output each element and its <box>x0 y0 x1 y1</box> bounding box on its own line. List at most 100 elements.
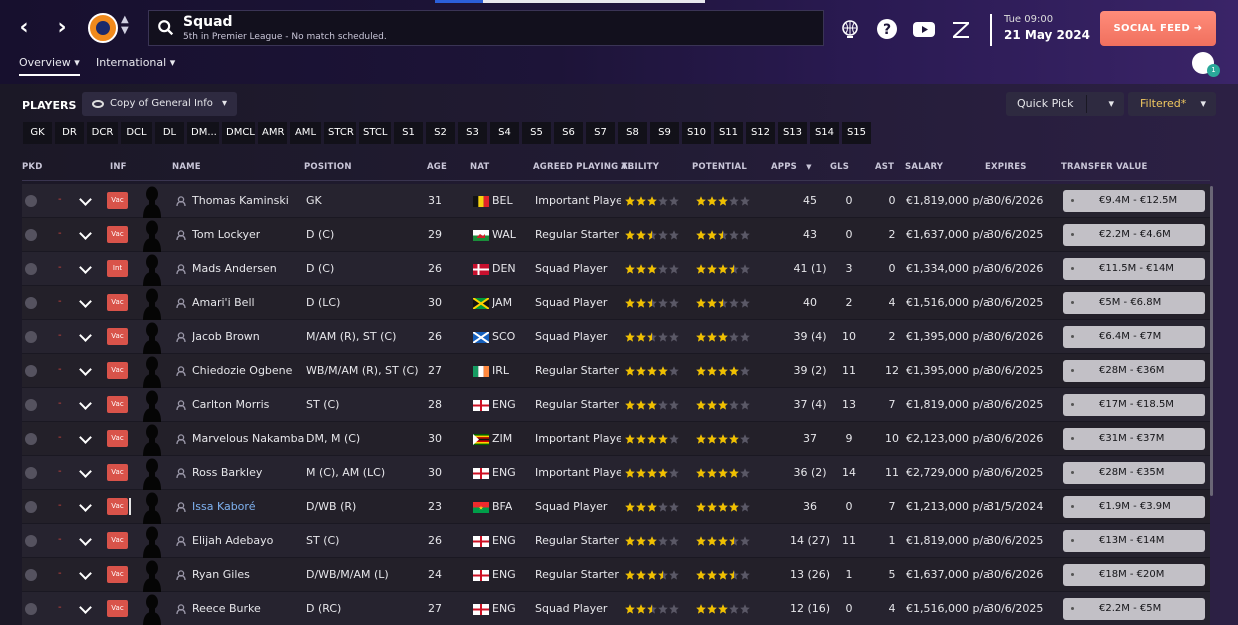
position-filter-s5[interactable]: S5 <box>522 122 551 144</box>
table-row[interactable]: - Vac Jacob Brown M/AM (R), ST (C) 26 SC… <box>22 320 1210 354</box>
pick-toggle[interactable] <box>25 263 37 275</box>
row-menu-chevron-icon[interactable] <box>79 601 92 614</box>
pick-toggle[interactable] <box>25 365 37 377</box>
world-icon[interactable] <box>839 18 861 40</box>
club-switch-chevron-icon[interactable]: ▲ ▼ <box>121 14 129 36</box>
col-expires[interactable]: EXPIRES <box>985 162 1027 172</box>
position-filter-s4[interactable]: S4 <box>490 122 519 144</box>
transfer-value-bar[interactable]: €18M - €20M <box>1063 564 1205 586</box>
position-filter-s7[interactable]: S7 <box>586 122 615 144</box>
player-name[interactable]: Mads Andersen <box>192 252 277 286</box>
staff-avatar-icon[interactable]: 1 <box>1192 52 1220 77</box>
table-row[interactable]: - Vac Marvelous Nakamba DM, M (C) 30 ZIM… <box>22 422 1210 456</box>
position-filter-dm[interactable]: DM... <box>187 122 219 144</box>
pick-toggle[interactable] <box>25 399 37 411</box>
player-name[interactable]: Ryan Giles <box>192 558 250 592</box>
player-name[interactable]: Jacob Brown <box>192 320 260 354</box>
table-row[interactable]: - Vac Ross Barkley M (C), AM (LC) 30 ENG… <box>22 456 1210 490</box>
inf-badge[interactable]: Vac <box>107 566 128 583</box>
transfer-value-bar[interactable]: €1.9M - €3.9M <box>1063 496 1205 518</box>
row-menu-chevron-icon[interactable] <box>79 465 92 478</box>
col-gls[interactable]: GLS <box>830 162 849 172</box>
table-row[interactable]: - Vac Ryan Giles D/WB/M/AM (L) 24 ENG Re… <box>22 558 1210 592</box>
col-ability[interactable]: ABILITY <box>621 162 659 172</box>
player-name[interactable]: Marvelous Nakamba <box>192 422 304 456</box>
tab-overview[interactable]: Overview ▾ <box>19 56 80 76</box>
inf-badge[interactable]: Vac <box>107 294 128 311</box>
position-filter-s13[interactable]: S13 <box>778 122 807 144</box>
row-menu-chevron-icon[interactable] <box>79 431 92 444</box>
position-filter-s6[interactable]: S6 <box>554 122 583 144</box>
transfer-value-bar[interactable]: €6.4M - €7M <box>1063 326 1205 348</box>
player-name[interactable]: Elijah Adebayo <box>192 524 273 558</box>
position-filter-s1[interactable]: S1 <box>394 122 423 144</box>
player-name[interactable]: Amari'i Bell <box>192 286 255 320</box>
table-row[interactable]: - Vac Elijah Adebayo ST (C) 26 ENG Regul… <box>22 524 1210 558</box>
table-row[interactable]: - Vac Reece Burke D (RC) 27 ENG Squad Pl… <box>22 592 1210 625</box>
position-filter-s3[interactable]: S3 <box>458 122 487 144</box>
pick-toggle[interactable] <box>25 331 37 343</box>
transfer-value-bar[interactable]: €9.4M - €12.5M <box>1063 190 1205 212</box>
transfer-value-bar[interactable]: €31M - €37M <box>1063 428 1205 450</box>
inf-badge[interactable]: Vac <box>107 600 128 617</box>
position-filter-dl[interactable]: DL <box>155 122 184 144</box>
transfer-value-bar[interactable]: €2.2M - €5M <box>1063 598 1205 620</box>
position-filter-stcl[interactable]: STCL <box>359 122 391 144</box>
position-filter-s10[interactable]: S10 <box>682 122 711 144</box>
pick-toggle[interactable] <box>25 195 37 207</box>
quick-pick-button[interactable]: Quick Pick ▾ <box>1006 92 1124 116</box>
position-filter-dcr[interactable]: DCR <box>87 122 118 144</box>
pick-toggle[interactable] <box>25 467 37 479</box>
filter-button[interactable]: Filtered* ▾ <box>1128 92 1216 116</box>
inf-badge[interactable]: Vac <box>107 328 128 345</box>
position-filter-s8[interactable]: S8 <box>618 122 647 144</box>
position-filter-amr[interactable]: AMR <box>258 122 287 144</box>
club-crest-icon[interactable] <box>88 13 118 43</box>
col-name[interactable]: NAME <box>172 162 201 172</box>
player-name[interactable]: Issa Kaboré <box>192 490 255 524</box>
view-selector[interactable]: Copy of General Info ▾ <box>82 92 237 116</box>
inf-badge[interactable]: Vac <box>107 532 128 549</box>
inf-badge[interactable]: Vac <box>107 396 128 413</box>
table-row[interactable]: - Vac Tom Lockyer D (C) 29 WAL Regular S… <box>22 218 1210 252</box>
col-transfer-value[interactable]: TRANSFER VALUE <box>1061 162 1147 172</box>
transfer-value-bar[interactable]: €13M - €14M <box>1063 530 1205 552</box>
row-menu-chevron-icon[interactable] <box>79 193 92 206</box>
player-name[interactable]: Thomas Kaminski <box>192 184 289 218</box>
inf-badge[interactable]: Vac <box>107 192 128 209</box>
row-menu-chevron-icon[interactable] <box>79 227 92 240</box>
row-menu-chevron-icon[interactable] <box>79 533 92 546</box>
pick-toggle[interactable] <box>25 603 37 615</box>
col-apps[interactable]: APPS ▼ <box>771 162 812 172</box>
inf-badge[interactable]: Vac <box>107 430 128 447</box>
table-row[interactable]: - Vac Issa Kaboré D/WB (R) 23 BFA Squad … <box>22 490 1210 524</box>
col-nat[interactable]: NAT <box>470 162 489 172</box>
row-menu-chevron-icon[interactable] <box>79 567 92 580</box>
col-potential[interactable]: POTENTIAL <box>692 162 747 172</box>
transfer-value-bar[interactable]: €2.2M - €4.6M <box>1063 224 1205 246</box>
inf-badge[interactable]: Vac <box>107 464 128 481</box>
position-filter-dr[interactable]: DR <box>55 122 84 144</box>
row-menu-chevron-icon[interactable] <box>79 363 92 376</box>
player-name[interactable]: Tom Lockyer <box>192 218 260 252</box>
scrollbar[interactable] <box>1210 186 1213 496</box>
forward-icon[interactable]: › <box>50 16 74 40</box>
row-menu-chevron-icon[interactable] <box>79 397 92 410</box>
pick-toggle[interactable] <box>25 297 37 309</box>
table-row[interactable]: - Vac Amari'i Bell D (LC) 30 JAM Squad P… <box>22 286 1210 320</box>
position-filter-s2[interactable]: S2 <box>426 122 455 144</box>
position-filter-stcr[interactable]: STCR <box>324 122 356 144</box>
player-name[interactable]: Chiedozie Ogbene <box>192 354 292 388</box>
inf-badge[interactable]: Vac <box>107 498 131 515</box>
row-menu-chevron-icon[interactable] <box>79 261 92 274</box>
col-pkd[interactable]: PKD <box>22 162 42 172</box>
col-salary[interactable]: SALARY <box>905 162 943 172</box>
tab-international[interactable]: International ▾ <box>96 56 175 69</box>
back-icon[interactable]: ‹ <box>12 16 36 40</box>
row-menu-chevron-icon[interactable] <box>79 295 92 308</box>
transfer-value-bar[interactable]: €5M - €6.8M <box>1063 292 1205 314</box>
inf-badge[interactable]: Int <box>107 260 128 277</box>
position-filter-s11[interactable]: S11 <box>714 122 743 144</box>
col-ast[interactable]: AST <box>875 162 894 172</box>
transfer-value-bar[interactable]: €11.5M - €14M <box>1063 258 1205 280</box>
